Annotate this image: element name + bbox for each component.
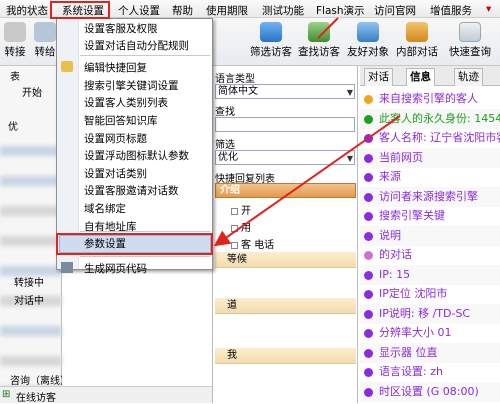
annotation-arrows — [213, 17, 401, 247]
arrow-toolbar — [317, 17, 339, 39]
arrow-to-parameter-settings — [213, 115, 401, 247]
